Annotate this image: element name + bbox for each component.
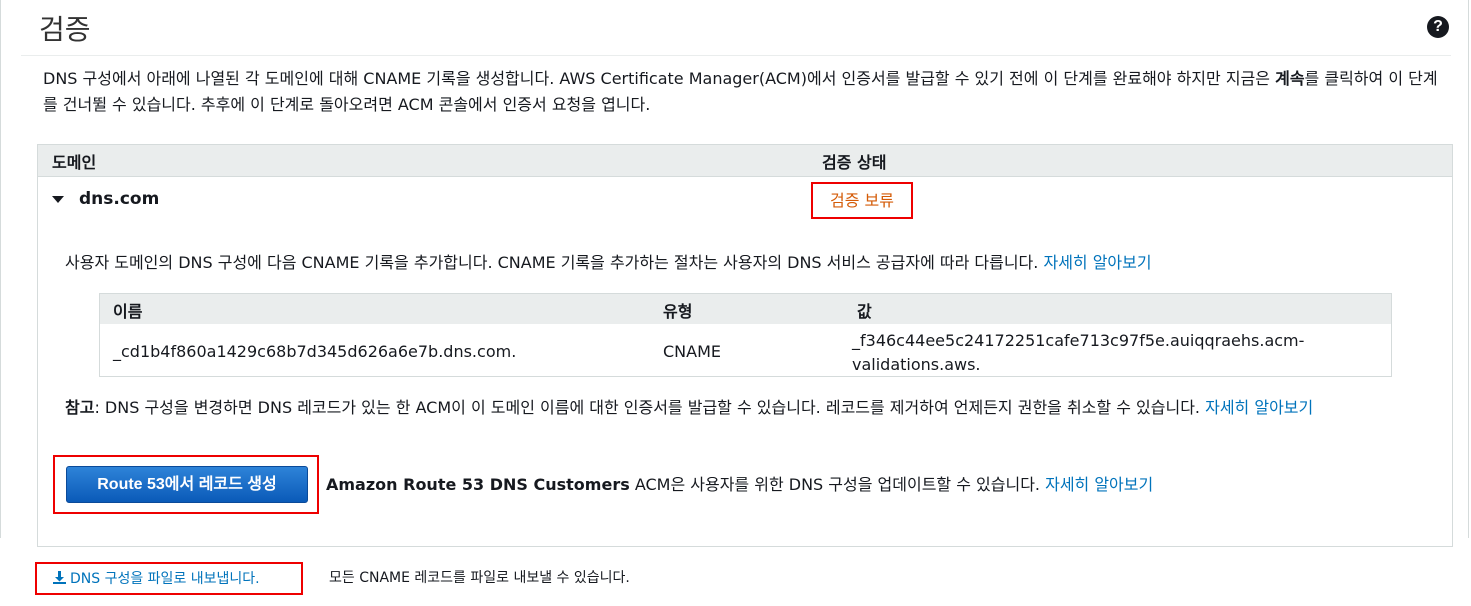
intro-text-part1: DNS 구성에서 아래에 나열된 각 도메인에 대해 CNAME 기록을 생성합… (43, 69, 1276, 88)
column-header-domain: 도메인 (52, 153, 97, 172)
domain-table: 도메인 검증 상태 dns.com 검증 보류 사용자 도메인의 DNS 구성에… (37, 144, 1453, 547)
validation-panel: 검증 ? DNS 구성에서 아래에 나열된 각 도메인에 대해 CNAME 기록… (0, 0, 1469, 547)
note-body: : DNS 구성을 변경하면 DNS 레코드가 있는 한 ACM이 이 도메인 … (94, 398, 1201, 417)
column-header-status: 검증 상태 (822, 153, 887, 172)
note-label: 참고 (65, 398, 95, 417)
create-record-in-route53-button[interactable]: Route 53에서 레코드 생성 (66, 466, 308, 503)
cname-instruction: 사용자 도메인의 DNS 구성에 다음 CNAME 기록을 추가합니다. CNA… (65, 249, 1152, 273)
domain-table-header: 도메인 검증 상태 (38, 145, 1452, 177)
route53-highlight: Route 53에서 레코드 생성 (53, 455, 319, 514)
intro-text: DNS 구성에서 아래에 나열된 각 도메인에 대해 CNAME 기록을 생성합… (43, 66, 1448, 118)
intro-continue-bold: 계속 (1275, 69, 1305, 88)
learn-more-link-note[interactable]: 자세히 알아보기 (1205, 398, 1313, 417)
export-link-label: DNS 구성을 파일로 내보냅니다. (70, 571, 260, 587)
page-title: 검증 (39, 13, 91, 46)
cname-record-table: 이름 유형 값 _cd1b4f860a1429c68b7d345d626a6e7… (99, 293, 1392, 377)
column-header-name: 이름 (113, 302, 143, 321)
domain-name[interactable]: dns.com (79, 189, 159, 209)
cname-instruction-text: 사용자 도메인의 DNS 구성에 다음 CNAME 기록을 추가합니다. CNA… (65, 253, 1039, 272)
validation-status-badge: 검증 보류 (811, 182, 913, 219)
cname-record-type: CNAME (663, 342, 721, 361)
learn-more-link-instruction[interactable]: 자세히 알아보기 (1043, 253, 1151, 272)
download-icon (52, 570, 67, 589)
note-text: 참고: DNS 구성을 변경하면 DNS 레코드가 있는 한 ACM이 이 도메… (65, 395, 1425, 421)
cname-table-header: 이름 유형 값 (100, 294, 1391, 324)
help-icon[interactable]: ? (1427, 16, 1449, 38)
export-description: 모든 CNAME 레코드를 파일로 내보낼 수 있습니다. (329, 570, 630, 586)
title-divider (21, 55, 1451, 56)
route53-customers-bold: Amazon Route 53 DNS Customers (326, 475, 630, 494)
route53-description: Amazon Route 53 DNS Customers ACM은 사용자를 … (326, 471, 1153, 495)
cname-record-value: _f346c44ee5c24172251cafe713c97f5e.auiqqr… (852, 331, 1305, 374)
caret-down-icon[interactable] (52, 196, 64, 203)
learn-more-link-route53[interactable]: 자세히 알아보기 (1045, 475, 1153, 494)
cname-record-name: _cd1b4f860a1429c68b7d345d626a6e7b.dns.co… (113, 342, 517, 361)
export-dns-config-link[interactable]: DNS 구성을 파일로 내보냅니다. (52, 568, 260, 589)
route53-description-text: ACM은 사용자를 위한 DNS 구성을 업데이트할 수 있습니다. (629, 475, 1040, 494)
column-header-type: 유형 (663, 302, 693, 321)
export-highlight: DNS 구성을 파일로 내보냅니다. (35, 562, 303, 595)
column-header-value: 값 (857, 302, 872, 321)
